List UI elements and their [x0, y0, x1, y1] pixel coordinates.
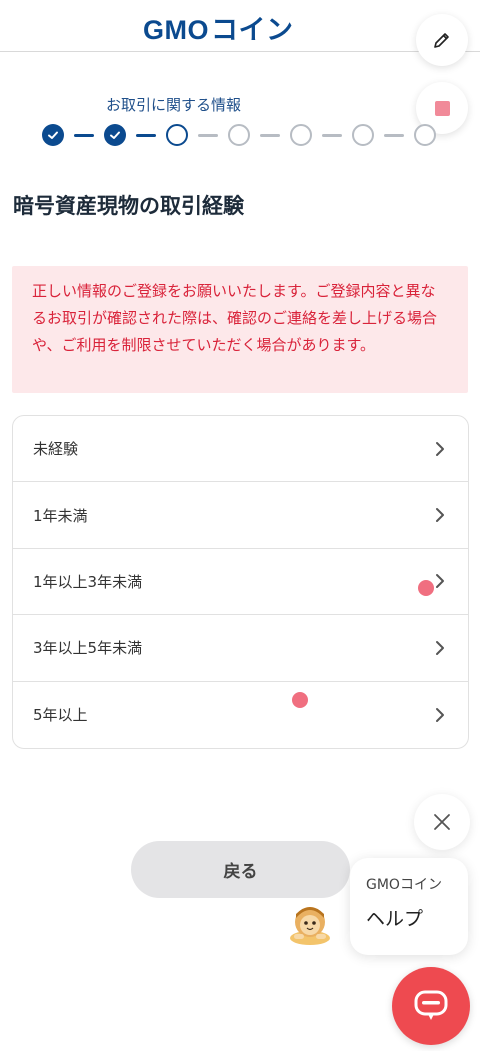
chevron-right-icon — [436, 508, 444, 523]
logo-coin-text: コイン — [211, 15, 294, 45]
stop-square-icon — [434, 100, 450, 116]
step-connector — [260, 133, 280, 137]
option-under-1-year[interactable]: 1年未満 — [13, 482, 468, 549]
option-1-to-3-years[interactable]: 1年以上3年未満 — [13, 549, 468, 616]
step-3-current — [166, 124, 188, 146]
step-6 — [352, 124, 374, 146]
close-help-button[interactable] — [414, 794, 470, 850]
step-connector — [74, 133, 94, 137]
touch-indicator-dot — [418, 580, 434, 596]
logo-gmo-text: GMO — [143, 15, 209, 45]
step-4 — [228, 124, 250, 146]
app-header: GMOコイン — [0, 0, 480, 52]
help-brand: GMOコイン — [366, 877, 442, 893]
chat-button[interactable] — [392, 967, 470, 1045]
back-button[interactable]: 戻る — [131, 841, 350, 898]
step-5 — [290, 124, 312, 146]
alert-notice: 正しい情報のご登録をお願いいたします。ご登録内容と異なるお取引が確認された際は、… — [12, 266, 468, 393]
option-label: 1年以上3年未満 — [33, 572, 143, 591]
option-label: 未経験 — [33, 440, 79, 459]
check-icon — [110, 131, 120, 139]
step-connector — [136, 133, 156, 137]
step-7 — [414, 124, 436, 146]
touch-indicator-dot — [292, 692, 308, 708]
option-no-experience[interactable]: 未経験 — [13, 416, 468, 483]
option-3-to-5-years[interactable]: 3年以上5年未満 — [13, 615, 468, 682]
option-label: 1年未満 — [33, 506, 88, 525]
option-label: 3年以上5年未満 — [33, 639, 143, 658]
gmo-coin-logo[interactable]: GMOコイン — [143, 8, 294, 47]
step-connector — [384, 133, 404, 137]
step-connector — [198, 133, 218, 137]
help-label: ヘルプ — [366, 908, 424, 930]
progress-stepper — [42, 124, 436, 146]
chevron-right-icon — [436, 707, 444, 722]
mascot-icon[interactable] — [286, 900, 334, 946]
close-icon — [434, 814, 450, 830]
pencil-icon — [434, 33, 449, 48]
chevron-right-icon — [436, 441, 444, 456]
step-connector — [322, 133, 342, 137]
option-over-5-years[interactable]: 5年以上 — [13, 682, 468, 748]
check-icon — [48, 131, 58, 139]
edit-button[interactable] — [416, 14, 468, 66]
chevron-right-icon — [436, 574, 444, 589]
option-label: 5年以上 — [33, 706, 88, 725]
chevron-right-icon — [436, 640, 444, 655]
page-title: 暗号資産現物の取引経験 — [13, 194, 244, 218]
chat-bubble-icon — [414, 990, 448, 1020]
help-bubble[interactable]: GMOコイン ヘルプ — [350, 858, 468, 955]
step-1-done — [42, 124, 64, 146]
step-label: お取引に関する情報 — [106, 96, 242, 114]
step-2-done — [104, 124, 126, 146]
experience-options-list: 未経験 1年未満 1年以上3年未満 3年以上5年未満 5年以上 — [12, 415, 469, 749]
